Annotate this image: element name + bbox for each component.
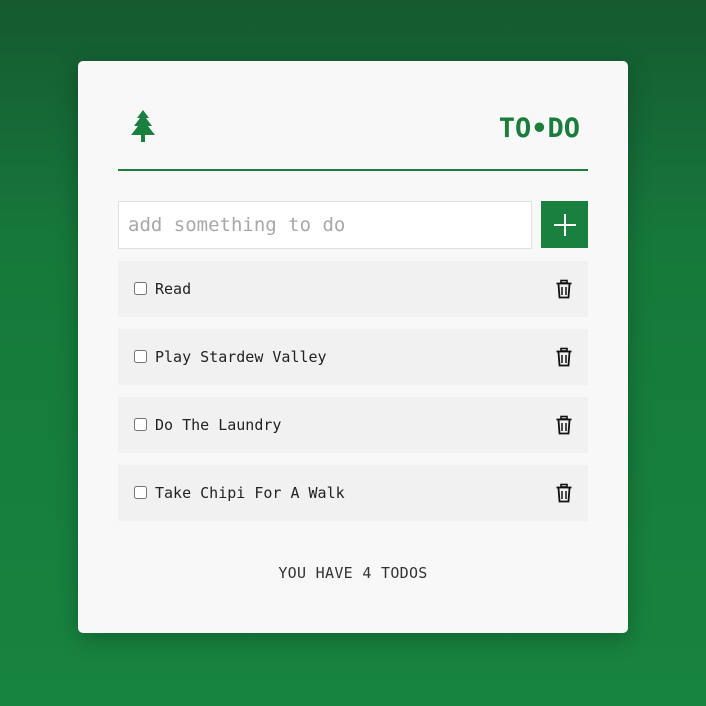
trash-icon [556,279,572,299]
todo-label: Play Stardew Valley [155,348,327,366]
todo-count: YOU HAVE 4 TODOS [278,564,428,582]
todo-card: TO•DO Read [78,61,628,633]
add-todo-button[interactable] [541,201,588,248]
delete-todo-button[interactable] [554,279,574,299]
todo-item: Read [118,261,588,317]
app-title: TO•DO [498,113,580,144]
header: TO•DO [118,101,588,171]
todo-checkbox[interactable] [134,418,147,431]
todo-item: Do The Laundry [118,397,588,453]
trash-icon [556,347,572,367]
todo-label: Do The Laundry [155,416,282,434]
todo-checkbox[interactable] [134,350,147,363]
trash-icon [556,483,572,503]
delete-todo-button[interactable] [554,483,574,503]
todo-item: Take Chipi For A Walk [118,465,588,521]
add-todo-form [118,201,588,249]
todo-label: Take Chipi For A Walk [155,484,345,502]
todo-item: Play Stardew Valley [118,329,588,385]
todo-list: Read Play Stardew Valley Do The Laundry … [118,261,588,533]
add-todo-input[interactable] [118,201,532,249]
plus-icon [553,213,576,236]
todo-checkbox[interactable] [134,486,147,499]
delete-todo-button[interactable] [554,415,574,435]
delete-todo-button[interactable] [554,347,574,367]
todo-label: Read [155,280,192,298]
trash-icon [556,415,572,435]
todo-checkbox[interactable] [134,282,147,295]
tree-icon [131,110,155,142]
